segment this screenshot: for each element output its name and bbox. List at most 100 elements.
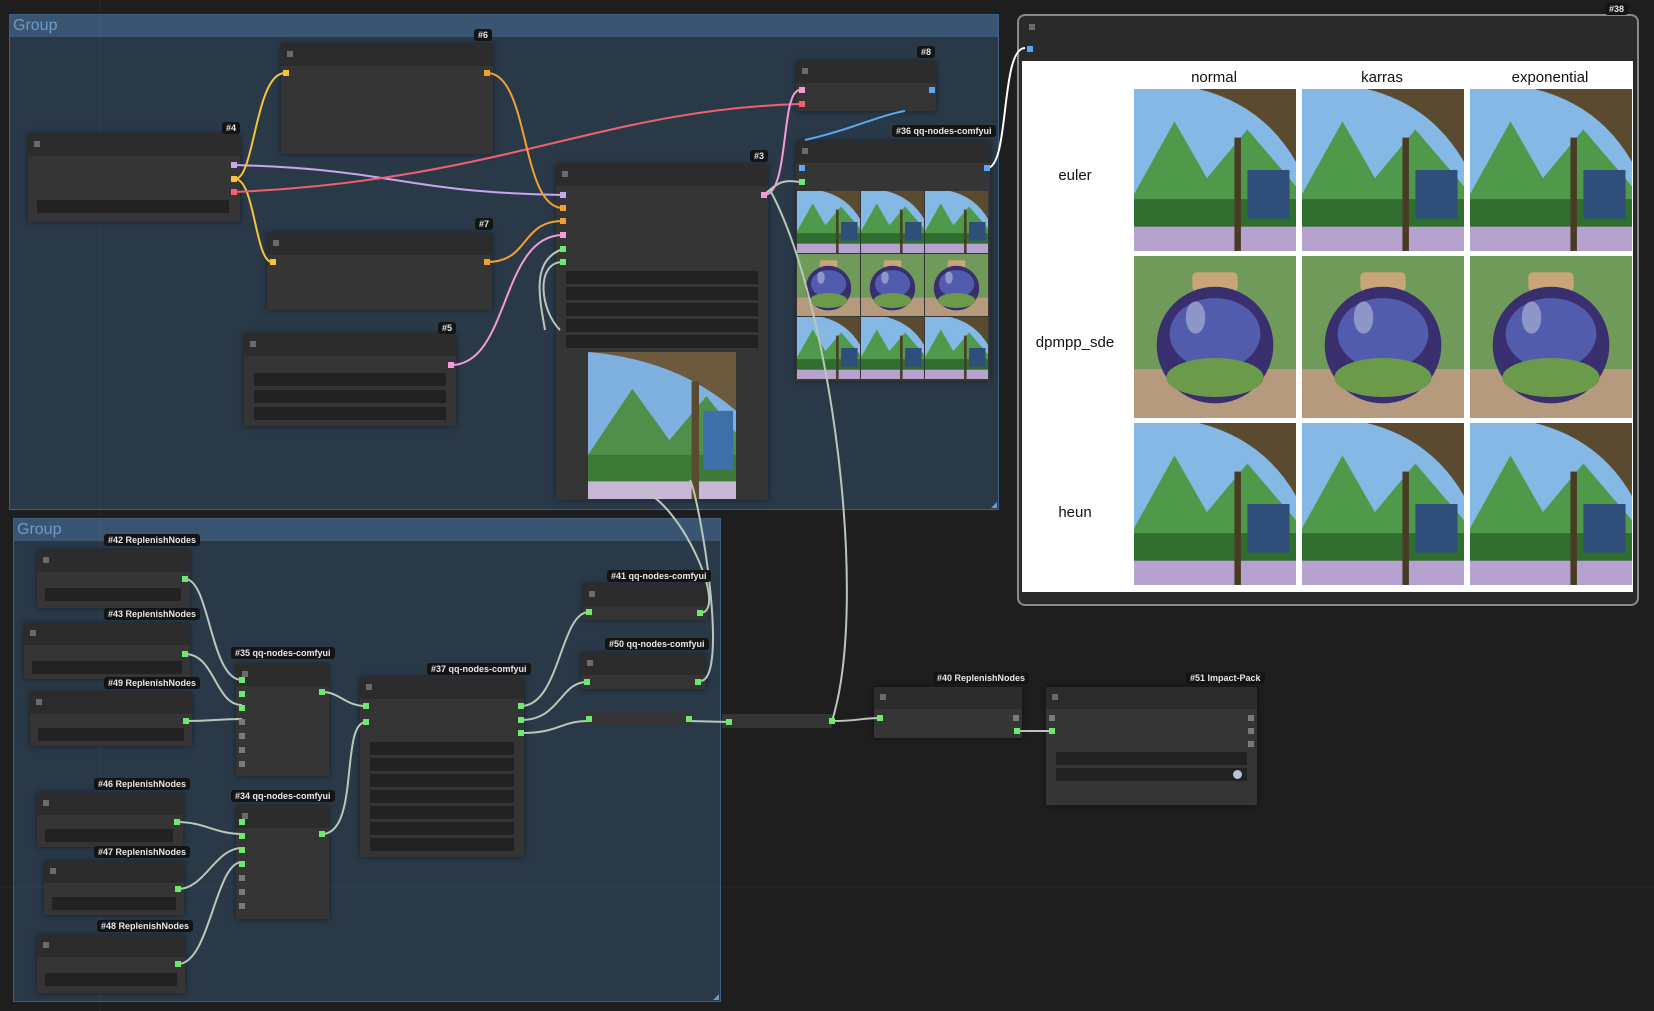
optional-input-port[interactable] [239, 889, 245, 895]
collapse-icon[interactable] [1029, 24, 1035, 30]
collapse-icon[interactable] [50, 868, 56, 874]
node-50[interactable] [581, 653, 706, 689]
node-header[interactable] [236, 806, 329, 828]
node-51[interactable] [1046, 687, 1257, 805]
reroute-input-port[interactable] [586, 716, 592, 722]
collapse-icon[interactable] [43, 800, 49, 806]
node-widget[interactable] [566, 287, 758, 300]
image-input-port[interactable] [799, 165, 805, 171]
seed-input-port[interactable] [560, 246, 566, 252]
node-header[interactable] [1046, 687, 1257, 709]
int-output-port[interactable] [319, 689, 325, 695]
image-output-port[interactable] [929, 87, 935, 93]
int-output-port[interactable] [182, 576, 188, 582]
node-header[interactable] [874, 687, 1022, 709]
int-input-port[interactable] [586, 609, 592, 615]
int-input-port[interactable] [239, 833, 245, 839]
collapse-icon[interactable] [587, 660, 593, 666]
latent-input-port[interactable] [560, 232, 566, 238]
int-output-port[interactable] [695, 679, 701, 685]
collapse-icon[interactable] [1052, 694, 1058, 700]
node-widget[interactable] [370, 774, 514, 787]
latent-output-port[interactable] [448, 362, 454, 368]
node-header[interactable] [24, 623, 190, 645]
image-input-port[interactable] [1027, 46, 1033, 52]
output-port[interactable] [1248, 715, 1254, 721]
node-widget[interactable] [566, 319, 758, 332]
node-46[interactable] [37, 793, 183, 847]
node-header[interactable] [244, 334, 456, 356]
clip-input-port[interactable] [283, 70, 289, 76]
int-input-port[interactable] [239, 691, 245, 697]
clip-input-port[interactable] [270, 259, 276, 265]
int-input-port[interactable] [239, 677, 245, 683]
node-7[interactable] [267, 233, 492, 310]
vae-output-port[interactable] [231, 189, 237, 195]
node-header[interactable] [796, 61, 936, 83]
int-output-port[interactable] [518, 717, 524, 723]
collapse-icon[interactable] [34, 141, 40, 147]
node-43[interactable] [24, 623, 190, 679]
int-input-port[interactable] [239, 705, 245, 711]
int-input-port[interactable] [363, 719, 369, 725]
reroute-output-port[interactable] [686, 716, 692, 722]
int-output-port[interactable] [518, 703, 524, 709]
node-8[interactable] [796, 61, 936, 111]
vae-input-port[interactable] [799, 101, 805, 107]
node-widget[interactable] [370, 822, 514, 835]
int-input-port[interactable] [363, 703, 369, 709]
reroute-node[interactable] [722, 714, 832, 728]
int-output-port[interactable] [319, 831, 325, 837]
int-input-port[interactable] [1049, 728, 1055, 734]
latent-output-port[interactable] [761, 192, 767, 198]
int-output-port[interactable] [518, 730, 524, 736]
node-header[interactable] [37, 793, 183, 815]
node-widget[interactable] [32, 661, 182, 674]
node-header[interactable] [796, 141, 990, 163]
node-header[interactable] [267, 233, 492, 255]
collapse-icon[interactable] [43, 942, 49, 948]
collapse-icon[interactable] [802, 68, 808, 74]
node-header[interactable] [360, 677, 524, 699]
int-input-port[interactable] [239, 861, 245, 867]
node-widget[interactable] [370, 790, 514, 803]
node-header[interactable] [37, 935, 185, 957]
int-output-port[interactable] [697, 610, 703, 616]
node-48[interactable] [37, 935, 185, 993]
node-3[interactable] [556, 164, 768, 500]
node-4[interactable] [28, 134, 240, 222]
node-35[interactable] [236, 664, 329, 776]
node-widget[interactable] [1056, 752, 1247, 765]
node-header[interactable] [556, 164, 768, 186]
collapse-icon[interactable] [43, 557, 49, 563]
node-widget[interactable] [254, 373, 446, 386]
node-49[interactable] [30, 692, 192, 746]
int-input-port[interactable] [239, 847, 245, 853]
int-output-port[interactable] [174, 819, 180, 825]
input-port[interactable] [1049, 715, 1055, 721]
optional-input-port[interactable] [239, 903, 245, 909]
toggle-switch[interactable] [1233, 770, 1242, 779]
node-widget[interactable] [52, 897, 176, 910]
node-6[interactable] [281, 44, 493, 154]
int-input-port[interactable] [877, 715, 883, 721]
group-resize-handle[interactable] [991, 502, 997, 508]
collapse-icon[interactable] [366, 684, 372, 690]
conditioning-output-port[interactable] [484, 70, 490, 76]
node-widget[interactable] [566, 335, 758, 348]
group-resize-handle[interactable] [713, 994, 719, 1000]
node-widget[interactable] [370, 806, 514, 819]
node-42[interactable] [37, 550, 190, 608]
clip-output-port[interactable] [231, 176, 237, 182]
optional-input-port[interactable] [239, 719, 245, 725]
reroute-input-port[interactable] [726, 719, 732, 725]
node-widget[interactable] [254, 407, 446, 420]
node-widget[interactable] [566, 271, 758, 284]
node-header[interactable] [281, 44, 493, 66]
node-41[interactable] [583, 584, 708, 620]
node-header[interactable] [581, 653, 706, 675]
node-40[interactable] [874, 687, 1022, 738]
node-header[interactable] [30, 692, 192, 714]
int-output-port[interactable] [1014, 728, 1020, 734]
model-output-port[interactable] [231, 162, 237, 168]
